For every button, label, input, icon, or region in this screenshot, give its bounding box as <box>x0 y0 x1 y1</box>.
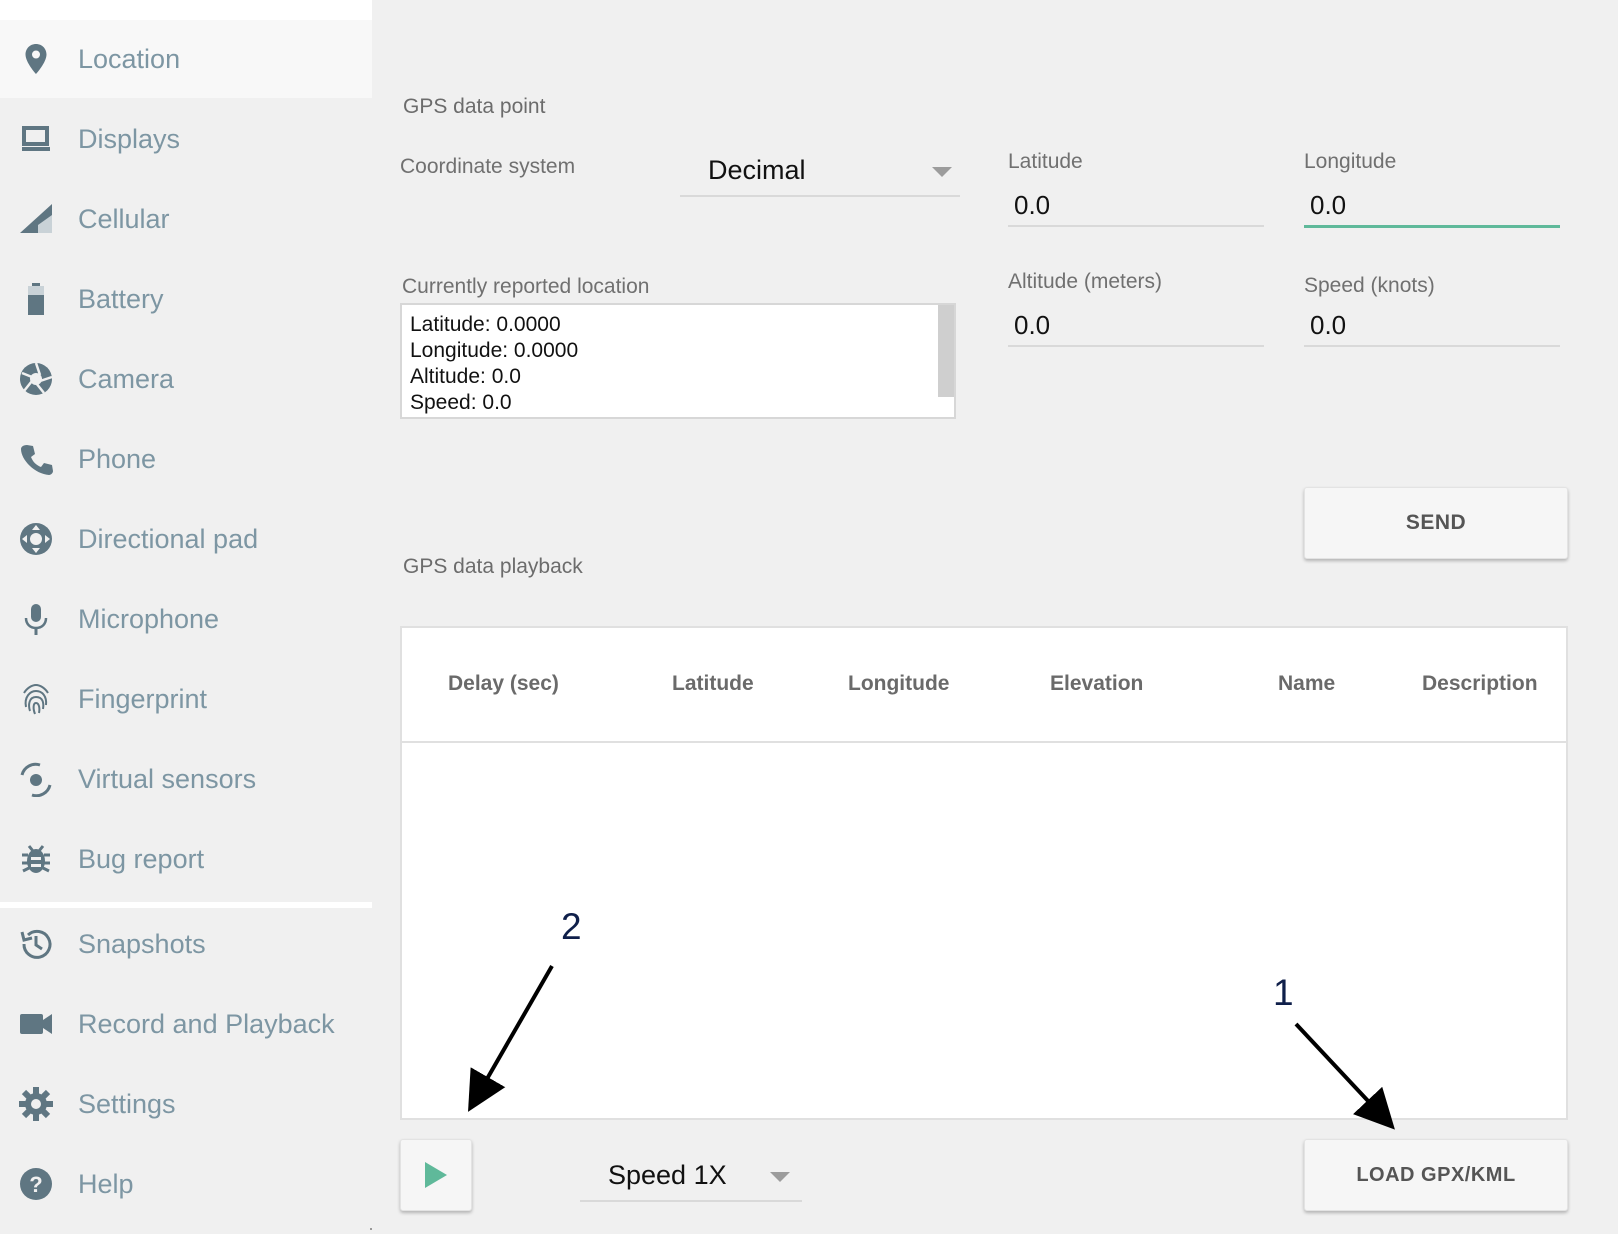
playback-speed-value: Speed 1X <box>608 1160 727 1190</box>
speed-label: Speed (knots) <box>1304 274 1435 297</box>
gear-icon <box>18 1086 54 1122</box>
sidebar-top-strip <box>0 0 372 22</box>
sidebar-item-directional-pad[interactable]: Directional pad <box>0 500 372 578</box>
send-button[interactable]: SEND <box>1304 487 1568 559</box>
sidebar-item-location[interactable]: Location <box>0 20 372 98</box>
chevron-down-icon <box>932 167 952 177</box>
sidebar-item-label: Location <box>78 44 181 74</box>
column-header-name[interactable]: Name <box>1278 672 1335 696</box>
location-panel: GPS data point Coordinate system Decimal… <box>372 0 1618 1234</box>
microphone-icon <box>18 601 54 637</box>
sidebar-item-cellular[interactable]: Cellular <box>0 180 372 258</box>
dpad-icon <box>18 521 54 557</box>
column-header-elevation[interactable]: Elevation <box>1050 672 1143 696</box>
sidebar-item-label: Camera <box>78 364 175 394</box>
reported-altitude: Altitude: 0.0 <box>410 365 521 388</box>
help-icon: ? <box>18 1166 54 1202</box>
sidebar-item-label: Phone <box>78 444 157 474</box>
playback-table[interactable]: Delay (sec) Latitude Longitude Elevation… <box>400 626 1568 1120</box>
play-icon <box>425 1162 447 1188</box>
cellular-signal-icon <box>18 201 54 237</box>
fingerprint-icon <box>18 681 54 717</box>
chevron-down-icon <box>770 1172 790 1182</box>
gps-data-playback-title: GPS data playback <box>403 555 583 578</box>
sidebar-item-snapshots[interactable]: Snapshots <box>0 905 372 983</box>
phone-icon <box>18 441 54 477</box>
reported-longitude: Longitude: 0.0000 <box>410 339 579 362</box>
sidebar-item-battery[interactable]: Battery <box>0 260 372 338</box>
altitude-input[interactable] <box>1008 305 1264 347</box>
latitude-input[interactable] <box>1008 185 1264 227</box>
sidebar-item-label: Directional pad <box>78 524 259 554</box>
gps-data-point-title: GPS data point <box>403 95 546 118</box>
altitude-label: Altitude (meters) <box>1008 270 1163 293</box>
reported-location-textbox[interactable]: Latitude: 0.0000 Longitude: 0.0000 Altit… <box>400 303 956 419</box>
annotation-number-2: 2 <box>561 906 582 947</box>
sidebar-item-label: Help <box>78 1169 134 1199</box>
latitude-label: Latitude <box>1008 150 1083 173</box>
longitude-input[interactable] <box>1304 185 1560 228</box>
location-pin-icon <box>18 41 54 77</box>
sidebar-item-label: Displays <box>78 124 181 154</box>
sidebar-item-label: Virtual sensors <box>78 764 257 794</box>
sidebar-item-label: Settings <box>78 1089 176 1119</box>
reported-speed: Speed: 0.0 <box>410 391 512 414</box>
annotation-number-1: 1 <box>1273 972 1294 1013</box>
coordinate-system-value: Decimal <box>708 155 806 185</box>
sidebar-item-virtual-sensors[interactable]: Virtual sensors <box>0 740 372 818</box>
video-camera-icon <box>18 1006 54 1042</box>
reported-location-label: Currently reported location <box>402 275 650 298</box>
sidebar-item-label: Cellular <box>78 204 170 234</box>
sidebar-item-label: Battery <box>78 284 164 314</box>
sidebar: Location Displays Cellular Battery Camer… <box>0 0 373 1234</box>
coordinate-system-label: Coordinate system <box>400 155 576 178</box>
history-icon <box>18 926 54 962</box>
bug-icon <box>18 841 54 877</box>
sidebar-item-help[interactable]: ? Help <box>0 1145 372 1223</box>
load-gpx-kml-button[interactable]: LOAD GPX/KML <box>1304 1139 1568 1211</box>
playback-speed-select[interactable]: Speed 1X <box>580 1150 802 1202</box>
column-header-longitude[interactable]: Longitude <box>848 672 949 696</box>
virtual-sensors-icon <box>18 761 54 797</box>
sidebar-item-bug-report[interactable]: Bug report <box>0 820 372 898</box>
sidebar-item-microphone[interactable]: Microphone <box>0 580 372 658</box>
battery-icon <box>18 281 54 317</box>
sidebar-item-settings[interactable]: Settings <box>0 1065 372 1143</box>
sidebar-item-camera[interactable]: Camera <box>0 340 372 418</box>
sidebar-item-label: Fingerprint <box>78 684 208 714</box>
sidebar-item-fingerprint[interactable]: Fingerprint <box>0 660 372 738</box>
svg-text:?: ? <box>29 1172 42 1197</box>
sidebar-item-label: Bug report <box>78 844 205 874</box>
play-button[interactable] <box>400 1139 472 1211</box>
speed-input[interactable] <box>1304 305 1560 347</box>
column-header-delay[interactable]: Delay (sec) <box>448 672 559 696</box>
coordinate-system-select[interactable]: Decimal <box>680 145 960 197</box>
textbox-scrollbar[interactable] <box>938 305 954 397</box>
column-header-description[interactable]: Description <box>1422 672 1538 696</box>
column-header-latitude[interactable]: Latitude <box>672 672 754 696</box>
sidebar-item-label: Microphone <box>78 604 220 634</box>
sidebar-item-phone[interactable]: Phone <box>0 420 372 498</box>
camera-aperture-icon <box>18 361 54 397</box>
display-icon <box>18 121 54 157</box>
longitude-label: Longitude <box>1304 150 1397 173</box>
sidebar-item-displays[interactable]: Displays <box>0 100 372 178</box>
sidebar-item-label: Snapshots <box>78 929 206 959</box>
sidebar-item-record-and-playback[interactable]: Record and Playback <box>0 985 372 1063</box>
reported-latitude: Latitude: 0.0000 <box>410 313 561 336</box>
table-header: Delay (sec) Latitude Longitude Elevation… <box>402 628 1566 743</box>
sidebar-item-label: Record and Playback <box>78 1009 335 1039</box>
